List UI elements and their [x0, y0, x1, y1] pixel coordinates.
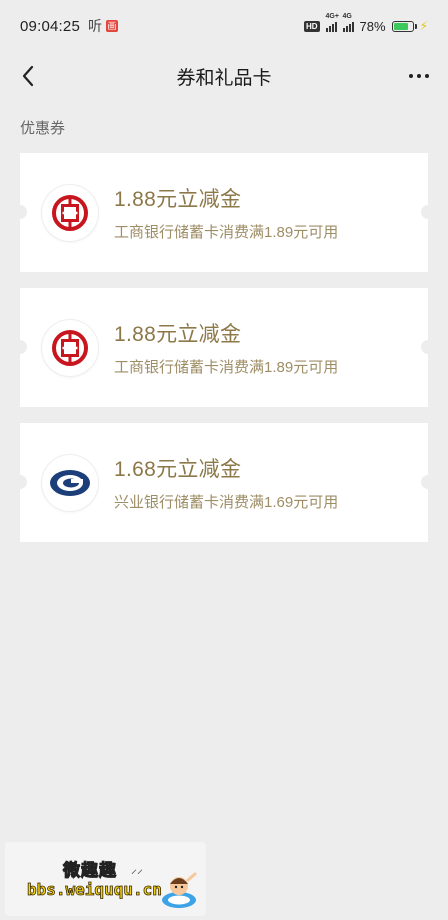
coupon-amount: 1.88元立减金: [114, 188, 242, 211]
coupon-amount: 1.88元立减金: [114, 323, 242, 346]
watermark: 微趣趣 ⸝⸝ bbs.weiququ.cn: [5, 842, 206, 916]
nav-bar: 券和礼品卡: [0, 52, 448, 100]
signal-icon: 4G: [342, 13, 354, 32]
signal-network-label: 4G: [342, 13, 352, 20]
icbc-logo-icon: [42, 319, 98, 376]
status-right-group: HD 4G+ 4G 78% ⚡: [303, 13, 428, 34]
sparkle-icon: ⸝⸝: [131, 862, 144, 876]
icbc-logo-icon: [42, 184, 98, 241]
app-badge-icon: 画: [106, 20, 118, 32]
mascot-icon: [162, 872, 197, 908]
section-label-coupons: 优惠券: [20, 120, 66, 137]
charging-bolt-icon: ⚡: [419, 19, 428, 33]
back-chevron-icon[interactable]: [14, 62, 42, 90]
battery-percent: 78%: [359, 18, 386, 34]
coupon-condition: 工商银行储蓄卡消费满1.89元可用: [114, 359, 339, 376]
hd-icon: HD: [303, 20, 320, 32]
signal-icon: 4G+: [325, 13, 339, 32]
coupon-amount: 1.68元立减金: [114, 458, 242, 481]
coupon-card[interactable]: 1.88元立减金 工商银行储蓄卡消费满1.89元可用: [13, 288, 435, 407]
status-bar: 09:04:25 听 画 HD 4G+ 4G 78% ⚡: [0, 0, 448, 52]
battery-level-fill: [393, 22, 408, 30]
page-title: 券和礼品卡: [176, 67, 272, 89]
watermark-title: 微趣趣: [63, 861, 117, 881]
signal-network-label: 4G+: [325, 13, 339, 20]
more-dots-icon[interactable]: [404, 62, 434, 90]
coupon-condition: 工商银行储蓄卡消费满1.89元可用: [114, 224, 339, 241]
battery-icon: [391, 20, 417, 32]
coupon-condition: 兴业银行储蓄卡消费满1.69元可用: [114, 494, 339, 511]
app-notification-icon: 听: [88, 18, 102, 34]
coupon-card[interactable]: 1.88元立减金 工商银行储蓄卡消费满1.89元可用: [13, 153, 435, 272]
coupon-list: 1.88元立减金 工商银行储蓄卡消费满1.89元可用 1.88元立减金 工商银行…: [13, 153, 435, 558]
coupon-card[interactable]: 1.68元立减金 兴业银行储蓄卡消费满1.69元可用: [13, 423, 435, 542]
watermark-url: bbs.weiququ.cn: [27, 880, 163, 900]
cib-logo-icon: [42, 454, 98, 511]
status-time: 09:04:25: [20, 17, 80, 35]
